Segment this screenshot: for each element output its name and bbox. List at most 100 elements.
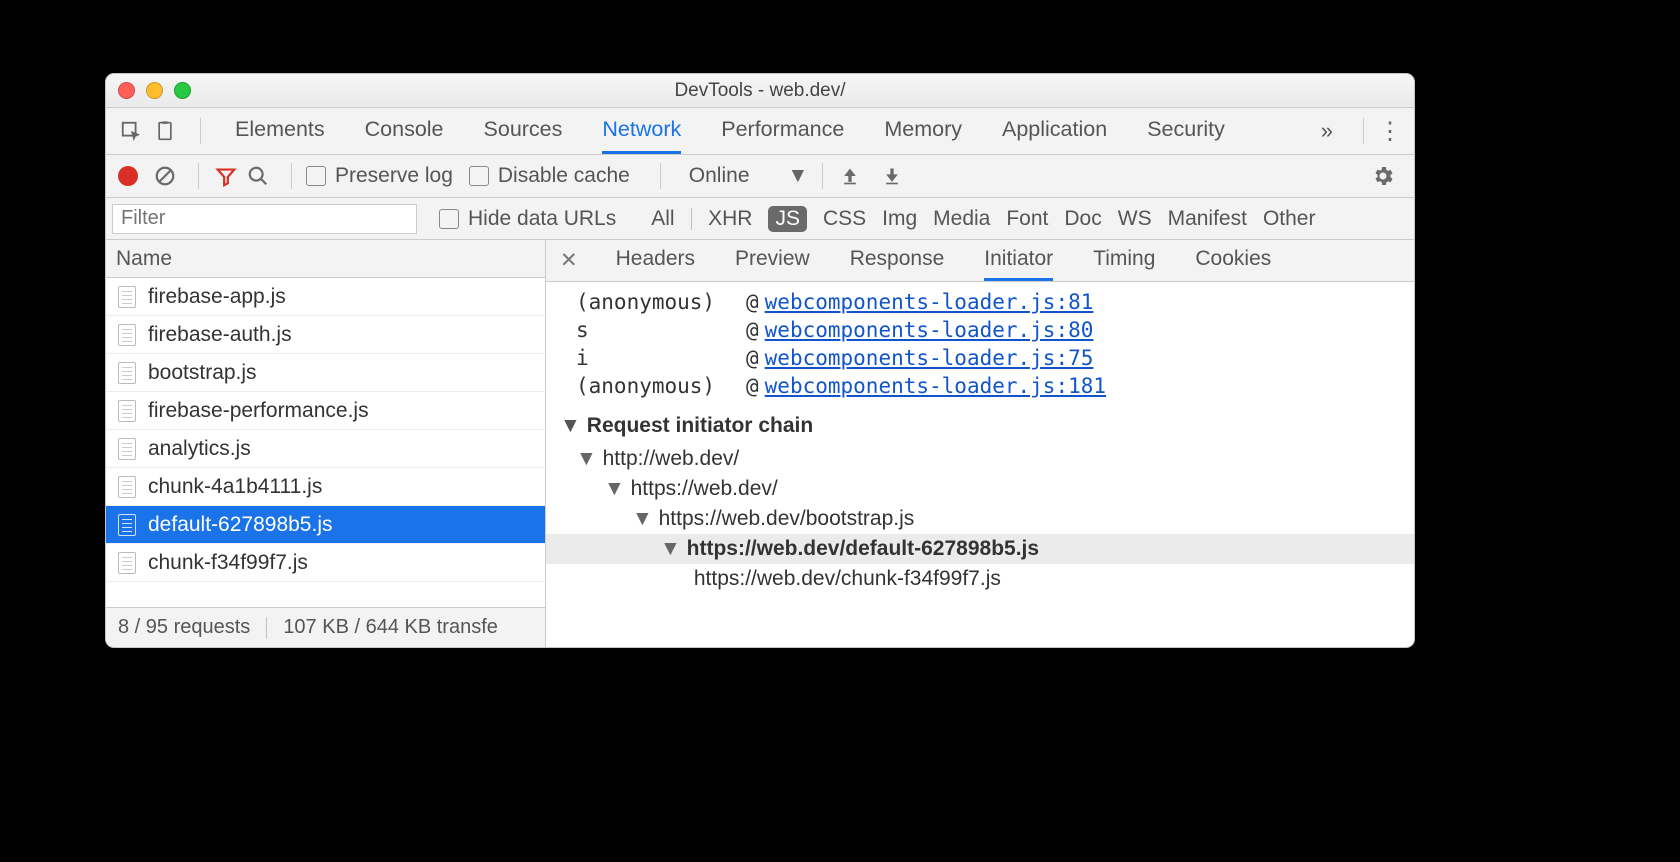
disclosure-triangle-icon[interactable]: ▼ — [660, 537, 687, 560]
divider — [1363, 118, 1364, 144]
tab-network[interactable]: Network — [602, 108, 681, 154]
initiator-chain-row[interactable]: ▼ https://web.dev/bootstrap.js — [546, 504, 1414, 534]
stack-source-link[interactable]: webcomponents-loader.js:75 — [765, 346, 1094, 370]
detail-tab-headers[interactable]: Headers — [616, 240, 695, 281]
initiator-chain-row[interactable]: ▼ http://web.dev/ — [546, 444, 1414, 474]
tab-security[interactable]: Security — [1147, 108, 1225, 154]
initiator-chain-row[interactable]: https://web.dev/chunk-f34f99f7.js — [546, 564, 1414, 594]
disclosure-triangle-icon[interactable]: ▼ — [604, 477, 631, 500]
file-icon — [118, 552, 136, 574]
close-detail-icon[interactable]: ✕ — [560, 248, 578, 273]
request-row[interactable]: firebase-app.js — [106, 278, 545, 316]
tab-sources[interactable]: Sources — [484, 108, 563, 154]
requests-list: firebase-app.js firebase-auth.jsbootstrap… — [106, 278, 545, 607]
stack-function: i — [576, 346, 746, 370]
stack-frame: (anonymous)@webcomponents-loader.js:181 — [546, 372, 1414, 400]
status-bar: 8 / 95 requests 107 KB / 644 KB transfe — [106, 607, 545, 647]
disclosure-triangle-icon[interactable]: ▼ — [576, 447, 603, 470]
filter-icon[interactable] — [213, 165, 239, 187]
requests-pane: Name firebase-app.js firebase-auth.jsboot… — [106, 240, 546, 647]
titlebar: DevTools - web.dev/ — [106, 74, 1414, 108]
initiator-chain-row[interactable]: ▼ https://web.dev/ — [546, 474, 1414, 504]
request-row[interactable]: analytics.js — [106, 430, 545, 468]
more-tabs-icon[interactable]: » — [1321, 118, 1333, 144]
devtools-window: DevTools - web.dev/ Elements Console Sourc… — [105, 73, 1415, 648]
hide-data-urls-label: Hide data URLs — [468, 207, 616, 231]
dropdown-triangle-icon: ▼ — [788, 164, 809, 188]
request-row[interactable]: firebase-auth.js — [106, 316, 545, 354]
kebab-menu-icon[interactable]: ⋮ — [1378, 117, 1402, 146]
filter-type-js[interactable]: JS — [768, 206, 807, 232]
search-icon[interactable] — [245, 165, 271, 187]
request-row[interactable]: chunk-4a1b4111.js — [106, 468, 545, 506]
file-icon — [118, 286, 136, 308]
divider — [198, 163, 199, 189]
request-count: 8 / 95 requests — [118, 616, 250, 639]
inspect-element-icon[interactable] — [118, 118, 144, 144]
chain-url: http://web.dev/ — [603, 447, 740, 470]
filter-bar: Hide data URLs All XHR JS CSS Img Media Font Do… — [106, 198, 1414, 240]
tab-memory[interactable]: Memory — [884, 108, 962, 154]
filter-type-ws[interactable]: WS — [1118, 207, 1152, 231]
record-button[interactable] — [118, 166, 138, 186]
file-icon — [118, 400, 136, 422]
detail-tab-response[interactable]: Response — [850, 240, 945, 281]
filter-type-doc[interactable]: Doc — [1064, 207, 1101, 231]
name-column-header[interactable]: Name — [106, 240, 545, 278]
tab-elements[interactable]: Elements — [235, 108, 325, 154]
request-row[interactable]: default-627898b5.js — [106, 506, 545, 544]
filter-type-xhr[interactable]: XHR — [708, 207, 752, 231]
tab-application[interactable]: Application — [1002, 108, 1107, 154]
disable-cache-checkbox[interactable] — [469, 166, 489, 186]
filter-type-media[interactable]: Media — [933, 207, 990, 231]
divider — [660, 163, 661, 189]
detail-tab-initiator[interactable]: Initiator — [984, 240, 1053, 281]
disclosure-triangle-icon[interactable]: ▼ — [632, 507, 659, 530]
filter-type-all[interactable]: All — [651, 207, 674, 231]
detail-tab-timing[interactable]: Timing — [1093, 240, 1155, 281]
stack-frame: (anonymous)@webcomponents-loader.js:81 — [546, 288, 1414, 316]
stack-source-link[interactable]: webcomponents-loader.js:80 — [765, 318, 1094, 342]
transfer-size: 107 KB / 644 KB transfe — [283, 616, 498, 639]
request-row[interactable]: bootstrap.js — [106, 354, 545, 392]
filter-type-img[interactable]: Img — [882, 207, 917, 231]
detail-tab-preview[interactable]: Preview — [735, 240, 810, 281]
detail-tab-cookies[interactable]: Cookies — [1195, 240, 1271, 281]
clear-icon[interactable] — [152, 165, 178, 187]
throttling-select[interactable]: Online ▼ — [689, 164, 809, 188]
stack-function: (anonymous) — [576, 290, 746, 314]
stack-function: (anonymous) — [576, 374, 746, 398]
tab-performance[interactable]: Performance — [721, 108, 844, 154]
filter-input[interactable] — [112, 204, 417, 234]
file-icon — [118, 362, 136, 384]
file-icon — [118, 438, 136, 460]
divider — [291, 163, 292, 189]
stack-source-link[interactable]: webcomponents-loader.js:81 — [765, 290, 1094, 314]
divider — [200, 118, 201, 144]
stack-source-link[interactable]: webcomponents-loader.js:181 — [765, 374, 1106, 398]
detail-body: (anonymous)@webcomponents-loader.js:81s@… — [546, 282, 1414, 647]
disclosure-triangle-icon[interactable]: ▼ — [560, 414, 581, 438]
hide-data-urls-checkbox[interactable] — [439, 209, 459, 229]
upload-har-icon[interactable] — [837, 166, 863, 186]
filter-type-css[interactable]: CSS — [823, 207, 866, 231]
filter-type-manifest[interactable]: Manifest — [1168, 207, 1247, 231]
request-name: firebase-app.js — [148, 285, 286, 309]
initiator-chain-row[interactable]: ▼ https://web.dev/default-627898b5.js — [546, 534, 1414, 564]
divider — [822, 163, 823, 189]
request-row[interactable]: chunk-f34f99f7.js — [106, 544, 545, 582]
stack-frame: s@webcomponents-loader.js:80 — [546, 316, 1414, 344]
download-har-icon[interactable] — [879, 166, 905, 186]
request-row[interactable]: firebase-performance.js — [106, 392, 545, 430]
request-name: chunk-f34f99f7.js — [148, 551, 308, 575]
request-name: analytics.js — [148, 437, 251, 461]
chain-url: https://web.dev/default-627898b5.js — [687, 537, 1039, 560]
device-toolbar-icon[interactable] — [152, 118, 178, 144]
detail-pane: ✕ Headers Preview Response Initiator Timing C… — [546, 240, 1414, 647]
window-title: DevTools - web.dev/ — [106, 80, 1414, 102]
settings-gear-icon[interactable] — [1370, 164, 1396, 188]
filter-type-font[interactable]: Font — [1006, 207, 1048, 231]
tab-console[interactable]: Console — [365, 108, 444, 154]
preserve-log-checkbox[interactable] — [306, 166, 326, 186]
filter-type-other[interactable]: Other — [1263, 207, 1316, 231]
